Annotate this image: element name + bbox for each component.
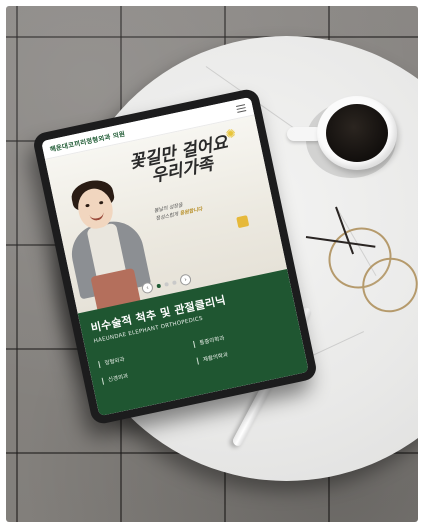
tablet-screen: 해운대코끼리정형외과 의원 ✺ 꽃길만 걸어요 우리가족 봄날의 성장을 정성스… [41,96,309,417]
department-links: 정형외과 통증의학과 신경외과 재활의학과 [98,320,293,385]
hamburger-menu-icon[interactable] [235,103,247,113]
chevron-left-icon[interactable]: ‹ [140,281,154,295]
photo-frame: 해운대코끼리정형외과 의원 ✺ 꽃길만 걸어요 우리가족 봄날의 성장을 정성스… [0,0,425,528]
slider-dot[interactable] [171,279,177,285]
slider-dot[interactable] [164,281,169,287]
chevron-right-icon[interactable]: › [179,273,193,287]
stamp-icon [236,215,250,229]
slider-dot[interactable] [156,283,162,288]
coffee [326,104,388,162]
